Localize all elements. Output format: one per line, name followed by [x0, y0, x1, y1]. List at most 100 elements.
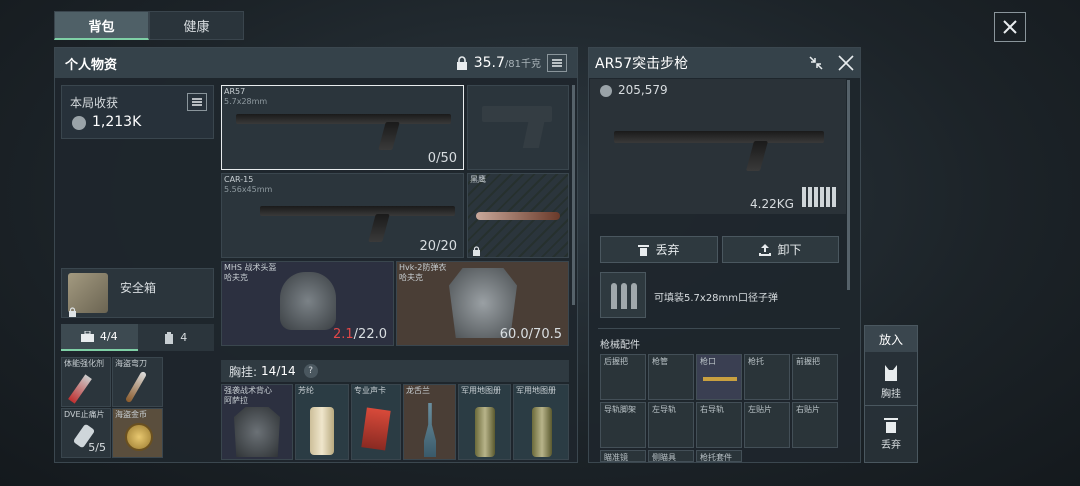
detail-weight: 4.22KG: [750, 197, 794, 211]
lock-icon: [69, 307, 76, 317]
small-item-1[interactable]: 体能强化剂: [61, 357, 111, 407]
weight-current: 35.7: [473, 55, 505, 71]
ar57-image: [236, 114, 451, 124]
weight-max: /81千克: [504, 59, 541, 70]
detail-price: 205,579: [618, 83, 668, 97]
lock-icon: [456, 56, 467, 70]
safe-box-label: 安全箱: [120, 281, 157, 295]
attachment-slot-left-rail[interactable]: 左导轨: [648, 402, 694, 448]
map-tube-icon: [532, 407, 552, 457]
helmet-icon: [280, 272, 336, 330]
ammo-info-text: 可填装5.7x28mm口径子弹: [654, 293, 779, 304]
bottle-icon: [424, 403, 436, 457]
help-icon[interactable]: ?: [303, 364, 318, 378]
close-button[interactable]: [994, 12, 1026, 42]
attachment-slot-stock-kit[interactable]: 枪托套件: [696, 450, 742, 462]
attachment-slot-bipod[interactable]: 导轨脚架: [600, 402, 646, 448]
unload-button[interactable]: 卸下: [722, 236, 839, 263]
weapon-primary[interactable]: AR57 5.7x28mm 0/50: [221, 85, 464, 170]
detail-image-area: 205,579 4.22KG: [590, 79, 846, 214]
personal-scrollbar[interactable]: [572, 85, 575, 305]
close-icon: [1003, 20, 1017, 34]
trash-icon: [884, 418, 898, 433]
muzzle-icon: [703, 377, 737, 381]
case-tabs: 4/4 4: [61, 324, 214, 351]
side-action-menu: 放入 胸挂 丢弃: [864, 325, 918, 463]
gold-coin-icon: [125, 423, 153, 451]
map-tube-icon: [475, 407, 495, 457]
attachment-slot-scope[interactable]: 瞄准镜: [600, 450, 646, 462]
ammo-info-row: 可填装5.7x28mm口径子弹: [600, 272, 840, 318]
chest-item-map-1[interactable]: 军用地图册: [458, 384, 511, 460]
attachments-title: 枪械配件: [600, 340, 640, 351]
tactical-vest-icon: [234, 407, 280, 457]
collapse-icon[interactable]: [808, 55, 824, 71]
trash-icon: [638, 244, 650, 256]
tab-backpack[interactable]: 背包: [54, 11, 149, 40]
armor-slot[interactable]: Hvk-2防弹衣 哈夫克 60.0/70.5: [396, 261, 569, 346]
case-tab-a[interactable]: 4/4: [61, 324, 138, 351]
pistol-slot[interactable]: [467, 85, 569, 170]
ammo-icon: [600, 272, 646, 318]
side-menu-title: 放入: [865, 326, 917, 352]
harvest-box: 本局收获 1,213K: [61, 85, 214, 139]
chest-item-vest[interactable]: 强袭战术背心 阿萨拉: [221, 384, 293, 460]
small-item-3[interactable]: DVE止痛片 5/5: [61, 408, 111, 458]
list-icon: [192, 98, 202, 106]
move-to-chest-button[interactable]: 胸挂: [865, 358, 917, 406]
attachment-slot-stock[interactable]: 枪托: [744, 354, 790, 400]
harvest-label: 本局收获: [70, 96, 119, 110]
detail-rifle-image: [614, 131, 824, 143]
ar57-grip: [378, 122, 400, 150]
attachment-slot-right-patch[interactable]: 右贴片: [792, 402, 838, 448]
harvest-value: 1,213K: [92, 114, 142, 130]
knife-slot[interactable]: 黑鹰: [467, 173, 569, 258]
canister-icon: [165, 331, 174, 344]
syringe-icon: [68, 374, 92, 404]
attachment-slot-rear-grip[interactable]: 后握把: [600, 354, 646, 400]
weapon-secondary[interactable]: CAR-15 5.56x45mm 20/20: [221, 173, 464, 258]
divider: [598, 328, 840, 329]
detail-title: AR57突击步枪: [595, 56, 689, 72]
list-button[interactable]: [547, 54, 567, 72]
grid-size-icon: [802, 187, 838, 207]
helmet-slot[interactable]: MHS 战术头盔 哈夫克 2.1/22.0: [221, 261, 394, 346]
coin-icon: [600, 85, 612, 97]
fabric-roll-icon: [310, 407, 334, 455]
small-item-4[interactable]: 海盗金币: [112, 408, 163, 458]
helmet-durability: 2.1/22.0: [332, 327, 387, 342]
pistol-grip-icon: [522, 118, 546, 148]
attachment-slot-side-sight[interactable]: 侧瞄具: [648, 450, 694, 462]
attachment-slot-fore-grip[interactable]: 前握把: [792, 354, 838, 400]
discard-button[interactable]: 丢弃: [600, 236, 718, 263]
detail-rifle-grip: [745, 141, 769, 171]
cutlass-icon: [124, 370, 148, 404]
case-tab-b[interactable]: 4: [137, 324, 214, 351]
attachment-slot-barrel[interactable]: 枪管: [648, 354, 694, 400]
knife-icon: [476, 212, 560, 220]
chest-item-aramid[interactable]: 芳纶: [295, 384, 349, 460]
chest-item-map-2[interactable]: 军用地图册: [513, 384, 569, 460]
chest-rig-icon: [885, 364, 897, 381]
detail-scrollbar[interactable]: [847, 80, 850, 290]
personal-header: 个人物资 35.7/81千克: [55, 48, 577, 78]
close-icon[interactable]: [838, 55, 854, 71]
attachment-slot-right-rail[interactable]: 右导轨: [696, 402, 742, 448]
side-discard-button[interactable]: 丢弃: [865, 410, 917, 458]
chest-item-tequila[interactable]: 龙舌兰: [403, 384, 456, 460]
attachment-slot-muzzle[interactable]: 枪口: [696, 354, 742, 400]
upload-icon: [759, 243, 772, 256]
chest-item-soundcard[interactable]: 专业声卡: [351, 384, 401, 460]
coin-icon: [72, 116, 86, 130]
car15-image: [260, 206, 455, 216]
attachment-slot-left-patch[interactable]: 左贴片: [744, 402, 790, 448]
chest-rig-header: 胸挂: 14/14 ?: [221, 360, 569, 382]
list-button[interactable]: [187, 93, 207, 111]
tab-health[interactable]: 健康: [149, 11, 244, 40]
safe-box[interactable]: 安全箱: [61, 268, 214, 318]
car15-grip: [368, 214, 390, 242]
lock-icon: [473, 246, 480, 256]
main-tabs: 背包 健康: [54, 11, 244, 40]
small-item-2[interactable]: 海盗弯刀: [112, 357, 163, 407]
briefcase-icon: [80, 331, 94, 342]
